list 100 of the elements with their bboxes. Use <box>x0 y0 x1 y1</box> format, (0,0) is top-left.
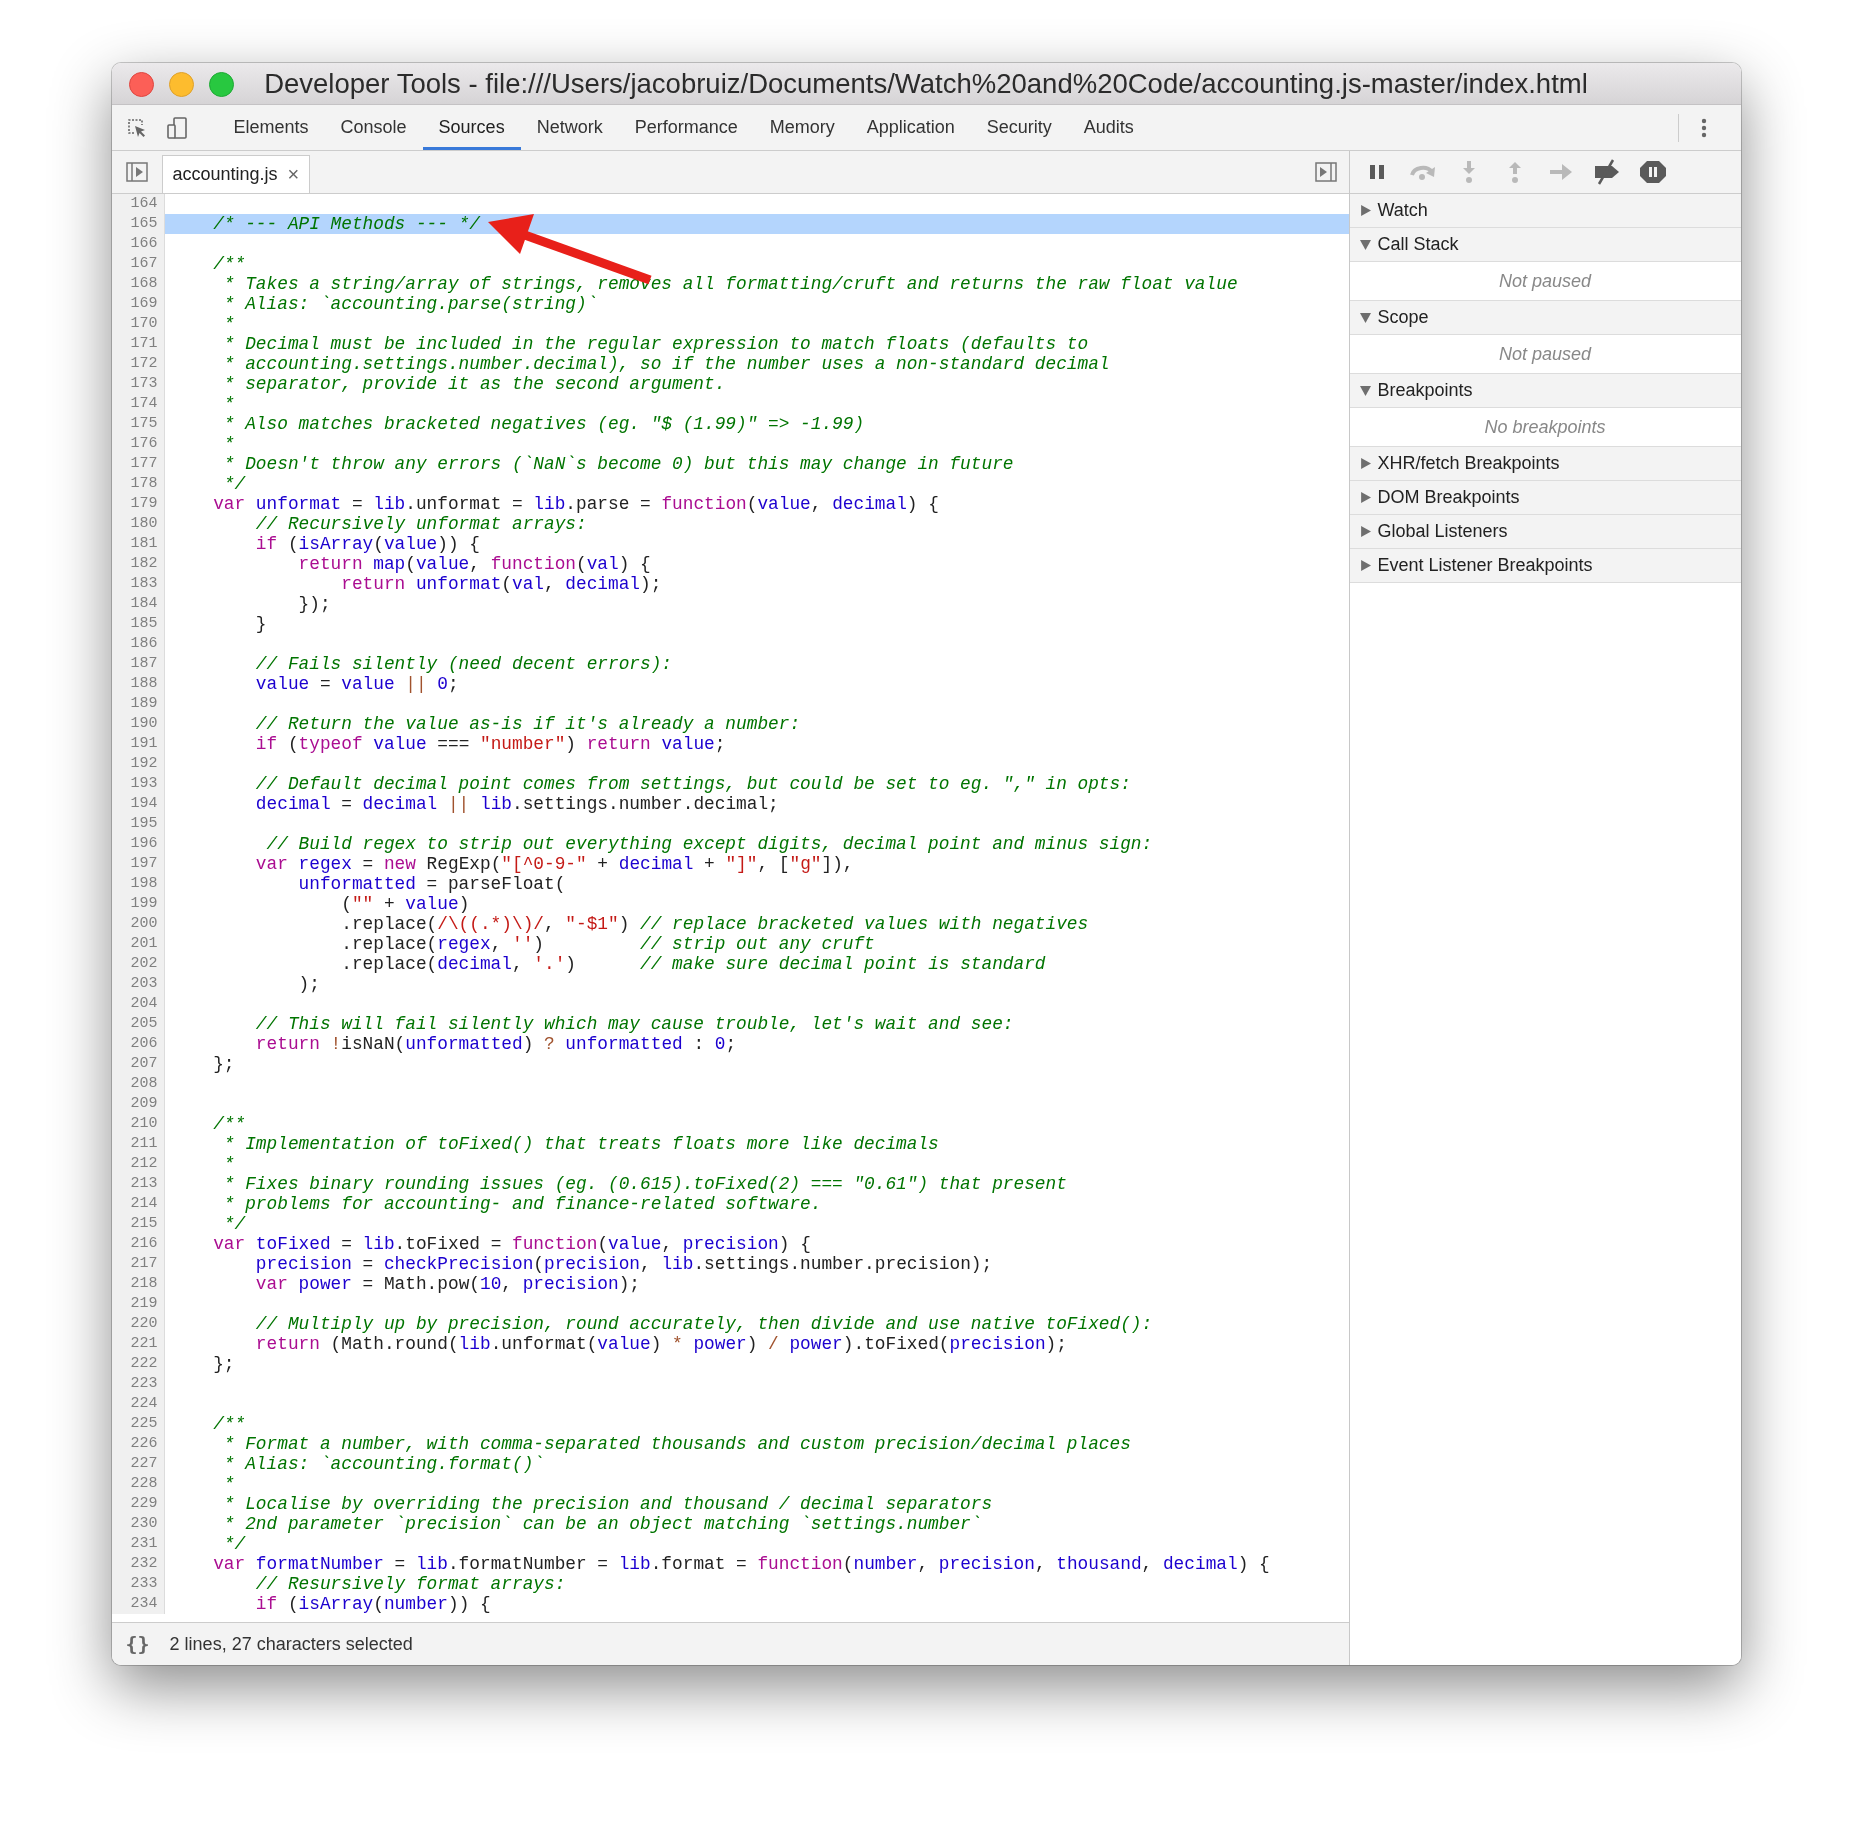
close-tab-button[interactable]: × <box>287 163 300 186</box>
code-line: * Also matches bracketed negatives (eg. "$ (1.99)" => -1.99) <box>222 414 866 434</box>
line-number: 185 <box>111 614 165 634</box>
inspect-element-icon[interactable] <box>125 116 148 139</box>
file-name[interactable]: accounting.js <box>172 164 278 185</box>
code-line: * <box>222 394 236 414</box>
code-line: */ <box>222 1214 247 1234</box>
line-number: 186 <box>111 634 165 654</box>
line-number: 176 <box>111 434 165 454</box>
pause-exceptions-icon[interactable] <box>1637 159 1668 185</box>
line-number: 167 <box>111 254 165 274</box>
line-number: 224 <box>111 1394 165 1414</box>
line-number: 166 <box>111 234 165 254</box>
panel-tab[interactable]: Security <box>970 105 1068 150</box>
line-number: 194 <box>111 794 165 814</box>
panel-tab[interactable]: Console <box>324 105 423 150</box>
close-window-button[interactable] <box>128 72 154 97</box>
device-toggle-icon[interactable] <box>165 115 188 140</box>
code-line: precision = checkPrecision(precision, lib.settings.number.precision); <box>254 1254 994 1274</box>
line-number: 170 <box>111 314 165 334</box>
line-number: 206 <box>111 1034 165 1054</box>
line-number: 177 <box>111 454 165 474</box>
code-line: if (isArray(value)) { <box>254 534 481 554</box>
code-line: value = value || 0; <box>254 674 460 694</box>
navigator-toggle-icon[interactable] <box>125 162 148 182</box>
code-line: // Return the value as-is if it's already a number: <box>254 714 802 734</box>
line-number: 187 <box>111 654 165 674</box>
line-number: 226 <box>111 1434 165 1454</box>
section-header[interactable]: Watch <box>1349 194 1741 228</box>
more-menu-icon[interactable] <box>1700 116 1707 139</box>
line-number: 179 <box>111 494 165 514</box>
line-number: 188 <box>111 674 165 694</box>
line-number: 198 <box>111 874 165 894</box>
section-header[interactable]: Global Listeners <box>1349 515 1741 549</box>
panel-tab[interactable]: Memory <box>753 105 851 150</box>
code-line: var regex = new RegExp("[^0-9-" + decimal + "]", ["g"]), <box>254 854 855 874</box>
code-line: // Build regex to strip out everything except digits, decimal point and minus sign: <box>265 834 1154 854</box>
line-number: 195 <box>111 814 165 834</box>
code-line: if (isArray(number)) { <box>254 1594 492 1614</box>
code-line: */ <box>222 474 247 494</box>
line-number: 216 <box>111 1234 165 1254</box>
line-number: 215 <box>111 1214 165 1234</box>
line-number: 229 <box>111 1494 165 1514</box>
line-number: 173 <box>111 374 165 394</box>
panel-tab[interactable]: Audits <box>1067 105 1150 150</box>
section-header[interactable]: XHR/fetch Breakpoints <box>1349 447 1741 481</box>
section-header[interactable]: Scope <box>1349 301 1741 335</box>
line-number: 181 <box>111 534 165 554</box>
code-line: } <box>254 614 268 634</box>
line-number: 164 <box>111 194 165 214</box>
section-header[interactable]: Breakpoints <box>1349 374 1741 408</box>
line-number: 228 <box>111 1474 165 1494</box>
line-number: 190 <box>111 714 165 734</box>
panel-tab[interactable]: Application <box>850 105 971 150</box>
debugger-toggle-icon[interactable] <box>1314 162 1337 182</box>
line-number: 180 <box>111 514 165 534</box>
code-line: * Takes a string/array of strings, removes all formatting/cruft and returns the raw float value <box>222 274 1239 294</box>
line-number: 171 <box>111 334 165 354</box>
line-number: 223 <box>111 1374 165 1394</box>
line-number: 178 <box>111 474 165 494</box>
code-line: unformatted = parseFloat( <box>297 874 567 894</box>
panel-tab[interactable]: Performance <box>618 105 754 150</box>
section-header[interactable]: Call Stack <box>1349 228 1741 262</box>
code-line: /** <box>212 254 247 274</box>
code-line: // Fails silently (need decent errors): <box>254 654 673 674</box>
code-line: ("" + value) <box>340 894 471 914</box>
pretty-print-button[interactable]: {} <box>125 1632 150 1656</box>
panel-tab[interactable]: Network <box>520 105 619 150</box>
section-header[interactable]: DOM Breakpoints <box>1349 481 1741 515</box>
line-number: 203 <box>111 974 165 994</box>
line-number: 219 <box>111 1294 165 1314</box>
code-line: // Recursively unformat arrays: <box>254 514 588 534</box>
code-line: * Format a number, with comma-separated thousands and custom precision/decimal places <box>222 1434 1132 1454</box>
line-number: 227 <box>111 1454 165 1474</box>
window-title: Developer Tools - file:///Users/jacobruiz/Documents/Watch%20and%20Code/accounting.js-master/index.html <box>264 67 1588 100</box>
line-number: 212 <box>111 1154 165 1174</box>
line-number: 174 <box>111 394 165 414</box>
code-line: * Localise by overriding the precision and thousand / decimal separators <box>222 1494 994 1514</box>
selection-status: 2 lines, 27 characters selected <box>169 1633 413 1655</box>
file-tab[interactable]: accounting.js × <box>161 155 311 193</box>
line-number: 231 <box>111 1534 165 1554</box>
line-number: 189 <box>111 694 165 714</box>
code-line: * <box>222 1154 236 1174</box>
line-number: 209 <box>111 1094 165 1114</box>
line-number: 205 <box>111 1014 165 1034</box>
code-line: .replace(/\((.*)\)/, "-$1") // replace bracketed values with negatives <box>340 914 1090 934</box>
code-line: /** <box>212 1114 247 1134</box>
code-line: var formatNumber = lib.formatNumber = lib.format = function(number, precision, thousand, decimal) { <box>212 1554 1271 1574</box>
line-number: 221 <box>111 1334 165 1354</box>
panel-tab[interactable]: Elements <box>217 105 325 150</box>
line-number: 201 <box>111 934 165 954</box>
code-line: var toFixed = lib.toFixed = function(value, precision) { <box>212 1234 812 1254</box>
line-number: 222 <box>111 1354 165 1374</box>
code-line: // This will fail silently which may cause trouble, let's wait and see: <box>254 1014 1015 1034</box>
code-line: * problems for accounting- and finance-related software. <box>222 1194 823 1214</box>
line-number: 168 <box>111 274 165 294</box>
zoom-window-button[interactable] <box>208 72 234 97</box>
line-number: 192 <box>111 754 165 774</box>
code-line: // Default decimal point comes from settings, but could be set to eg. "," in opts: <box>254 774 1132 794</box>
section-header[interactable]: Event Listener Breakpoints <box>1349 549 1741 583</box>
